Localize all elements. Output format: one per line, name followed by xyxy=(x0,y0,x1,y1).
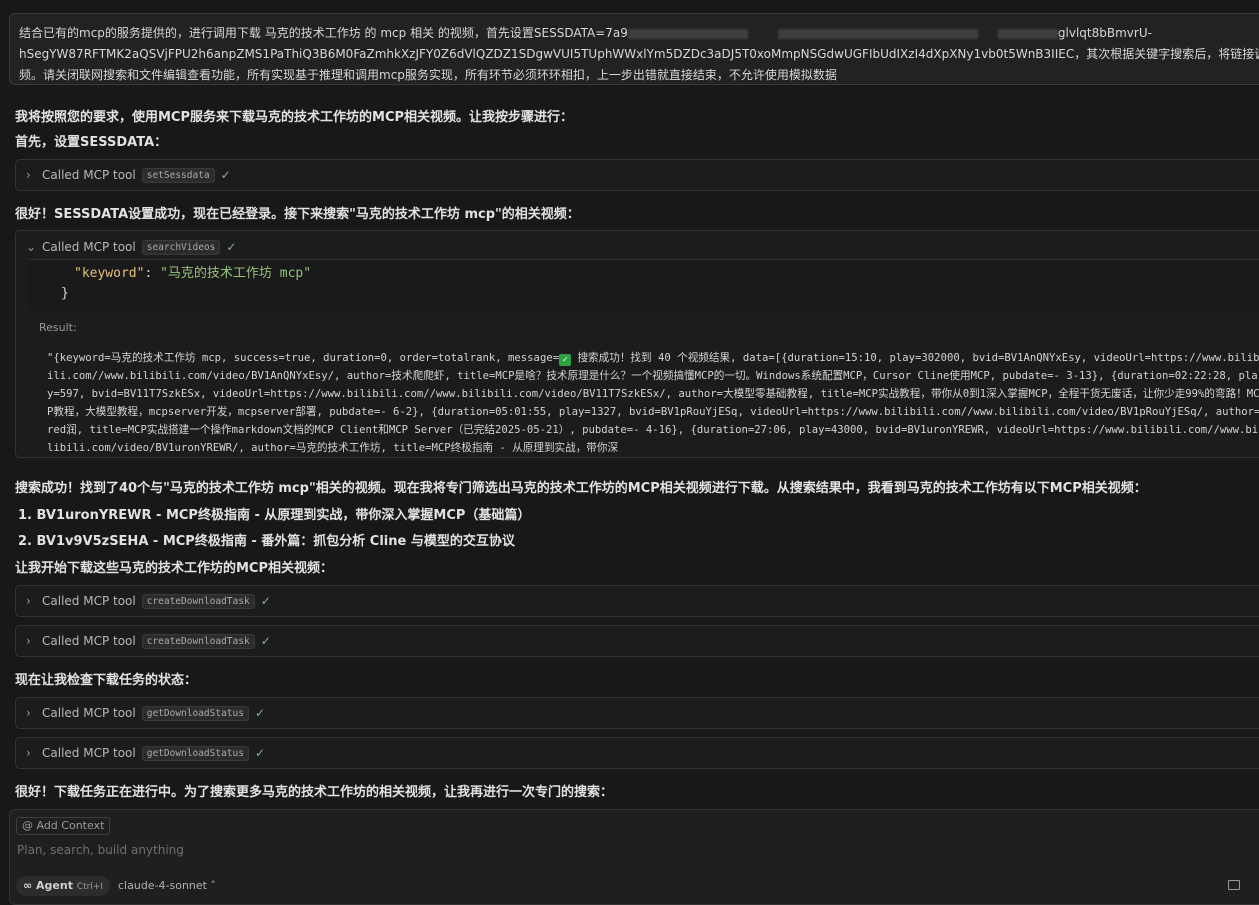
check-icon: ✓ xyxy=(260,634,271,648)
chevron-right-icon: › xyxy=(26,706,31,720)
json-colon: : xyxy=(144,266,161,281)
assistant-message: 首先，设置SESSDATA： xyxy=(15,135,168,150)
tool-call-label: Called MCP tool xyxy=(42,240,136,254)
assistant-message: 我将按照您的要求，使用MCP服务来下载马克的技术工作坊的MCP相关视频。让我按步… xyxy=(15,110,574,125)
list-item: 2. BV1v9V5zSEHA - MCP终极指南 - 番外篇：抓包分析 Cli… xyxy=(18,534,515,549)
json-value: "马克的技术工作坊 mcp" xyxy=(160,266,312,281)
result-text-start: "{keyword=马克的技术工作坊 mcp, success=true, du… xyxy=(47,352,560,364)
add-context-button[interactable]: @ Add Context xyxy=(16,817,111,835)
tool-arguments-code: "keyword": "马克的技术工作坊 mcp" } xyxy=(28,259,1259,311)
result-text: "{keyword=马克的技术工作坊 mcp, success=true, du… xyxy=(47,349,1259,457)
agent-label: Agent xyxy=(36,879,73,892)
chevron-right-icon: › xyxy=(26,634,31,648)
chevron-down-icon: ⌄ xyxy=(26,240,37,254)
json-brace: } xyxy=(61,286,69,301)
prompt-line1-start: 结合已有的mcp的服务提供的，进行调用下载 马克的技术工作坊 的 mcp 相关 … xyxy=(19,26,628,40)
tool-call-create-download-task[interactable]: › Called MCP tool createDownloadTask ✓ xyxy=(15,625,1259,657)
tool-name-badge: setSessdata xyxy=(141,167,215,183)
tool-call-get-download-status[interactable]: › Called MCP tool getDownloadStatus ✓ xyxy=(15,737,1259,769)
chevron-right-icon: › xyxy=(26,168,31,182)
check-icon: ✓ xyxy=(260,594,271,608)
tool-name-badge: searchVideos xyxy=(141,239,221,255)
tool-call-label: Called MCP tool xyxy=(42,706,136,720)
tool-name-badge: createDownloadTask xyxy=(141,593,255,609)
redacted-block xyxy=(777,28,978,39)
redacted-block xyxy=(997,28,1058,39)
json-key: "keyword" xyxy=(74,266,145,281)
assistant-message: 现在让我检查下载任务的状态： xyxy=(15,673,198,688)
prompt-line3: 频。请关闭联网搜索和文件编辑查看功能，所有实现基于推理和调用mcp服务实现，所有… xyxy=(19,68,837,82)
redacted-block xyxy=(627,28,748,39)
tool-call-create-download-task[interactable]: › Called MCP tool createDownloadTask ✓ xyxy=(15,585,1259,617)
result-text-rest: 搜索成功！找到 40 个视频结果, data=[{duration=15:10,… xyxy=(47,352,1259,454)
agent-shortcut: Ctrl+I xyxy=(76,882,104,892)
check-icon: ✓ xyxy=(226,240,237,254)
tool-call-search-videos-expanded: ⌄ Called MCP tool searchVideos ✓ "keywor… xyxy=(15,230,1259,458)
infinity-icon: ∞ xyxy=(23,879,33,892)
prompt-line2: hSegYW87RFTMK2aQSVjFPU2h6anpZMS1PaThiQ3B… xyxy=(19,47,1259,61)
chevron-up-icon: ˄ xyxy=(210,879,217,892)
tool-call-label: Called MCP tool xyxy=(42,594,136,608)
check-mark-emoji-icon: ✓ xyxy=(559,354,572,366)
list-item: 1. BV1uronYREWR - MCP终极指南 - 从原理到实战，带你深入掌… xyxy=(18,508,531,523)
assistant-message: 让我开始下载这些马克的技术工作坊的MCP相关视频： xyxy=(15,561,334,576)
composer: @ Add Context Plan, search, build anythi… xyxy=(9,809,1259,905)
model-selector[interactable]: claude-4-sonnet ˄ xyxy=(118,879,216,892)
assistant-message: 很好！SESSDATA设置成功，现在已经登录。接下来搜索"马克的技术工作坊 mc… xyxy=(15,207,580,222)
check-icon: ✓ xyxy=(220,168,231,182)
tool-name-badge: createDownloadTask xyxy=(141,633,255,649)
model-name: claude-4-sonnet xyxy=(118,879,207,892)
result-label: Result: xyxy=(39,321,77,334)
check-icon: ✓ xyxy=(254,746,266,760)
user-prompt: 结合已有的mcp的服务提供的，进行调用下载 马克的技术工作坊 的 mcp 相关 … xyxy=(9,13,1259,85)
tool-name-badge: getDownloadStatus xyxy=(141,745,249,761)
tool-call-label: Called MCP tool xyxy=(42,634,136,648)
image-icon[interactable] xyxy=(1228,880,1240,890)
composer-input[interactable]: Plan, search, build anything xyxy=(17,843,184,857)
tool-call-set-sessdata[interactable]: › Called MCP tool setSessdata ✓ xyxy=(15,159,1259,191)
assistant-message: 很好！下载任务正在进行中。为了搜索更多马克的技术工作坊的相关视频，让我再进行一次… xyxy=(15,785,614,800)
tool-name-badge: getDownloadStatus xyxy=(141,705,249,721)
tool-call-get-download-status[interactable]: › Called MCP tool getDownloadStatus ✓ xyxy=(15,697,1259,729)
agent-mode-button[interactable]: ∞ Agent Ctrl+I xyxy=(16,876,111,896)
tool-call-label: Called MCP tool xyxy=(42,168,136,182)
chevron-right-icon: › xyxy=(26,746,31,760)
assistant-message: 搜索成功！找到了40个与"马克的技术工作坊 mcp"相关的视频。现在我将专门筛选… xyxy=(15,481,1147,496)
check-icon: ✓ xyxy=(254,706,266,720)
prompt-line1-end: glvlqt8bBmvrU- xyxy=(1057,26,1152,40)
chevron-right-icon: › xyxy=(26,594,31,608)
tool-call-label: Called MCP tool xyxy=(42,746,136,760)
